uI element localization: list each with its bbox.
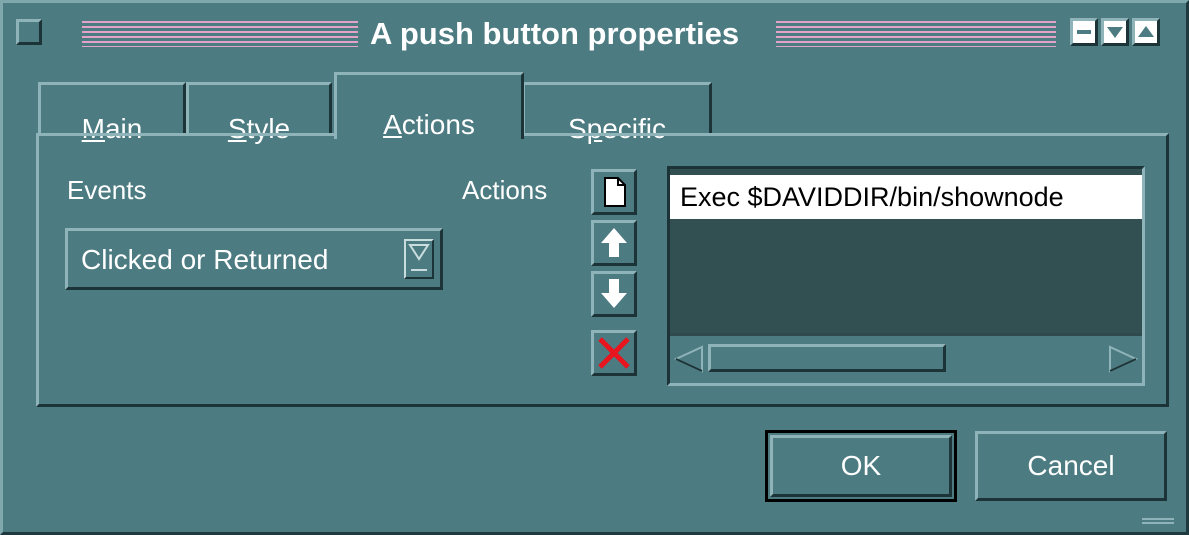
tab-style[interactable]: Style bbox=[186, 82, 332, 144]
tab-main[interactable]: Main bbox=[38, 82, 186, 144]
actions-label: Actions bbox=[462, 175, 548, 205]
window-title: A push button properties bbox=[370, 16, 740, 51]
chevron-down-icon bbox=[408, 244, 430, 271]
title-bar[interactable]: A push button properties bbox=[8, 8, 1176, 58]
events-selected-value: Clicked or Returned bbox=[81, 244, 329, 275]
tab-actions-label: ctions bbox=[401, 109, 475, 140]
scrollbar-thumb[interactable] bbox=[708, 344, 946, 372]
actions-list[interactable]: Exec $DAVIDDIR/bin/shownode bbox=[667, 166, 1145, 386]
minimize-button[interactable] bbox=[1070, 18, 1098, 46]
arrow-down-icon bbox=[601, 279, 627, 308]
delete-x-icon bbox=[598, 337, 630, 369]
list-item[interactable]: Exec $DAVIDDIR/bin/shownode bbox=[670, 175, 1142, 219]
title-stripes-left bbox=[82, 21, 358, 47]
arrow-up-icon bbox=[601, 228, 627, 257]
lower-button[interactable] bbox=[1101, 18, 1129, 46]
new-action-button[interactable] bbox=[591, 169, 637, 215]
move-down-button[interactable] bbox=[591, 271, 637, 317]
raise-button[interactable] bbox=[1132, 18, 1160, 46]
arrow-down-icon bbox=[1104, 21, 1126, 43]
tab-actions[interactable]: Actions bbox=[334, 72, 524, 140]
dropdown-arrow-icon[interactable] bbox=[404, 239, 434, 279]
scroll-left-icon[interactable] bbox=[674, 344, 704, 374]
resize-grip-icon[interactable] bbox=[1142, 518, 1174, 526]
cancel-button[interactable]: Cancel bbox=[975, 431, 1167, 501]
tab-actions-mnemonic: A bbox=[383, 109, 402, 140]
tab-specific[interactable]: Specific bbox=[522, 82, 712, 144]
window-menu-icon[interactable] bbox=[16, 19, 42, 45]
minimize-icon bbox=[1073, 21, 1095, 43]
arrow-up-icon bbox=[1135, 21, 1157, 43]
title-stripes-right bbox=[776, 21, 1056, 47]
events-dropdown[interactable]: Clicked or Returned bbox=[65, 228, 443, 290]
scroll-right-icon[interactable] bbox=[1108, 344, 1138, 374]
actions-list-viewport: Exec $DAVIDDIR/bin/shownode bbox=[670, 169, 1142, 333]
new-document-icon bbox=[604, 177, 626, 207]
delete-action-button[interactable] bbox=[591, 330, 637, 376]
horizontal-scrollbar[interactable] bbox=[670, 336, 1142, 383]
move-up-button[interactable] bbox=[591, 220, 637, 266]
ok-button[interactable]: OK bbox=[770, 435, 952, 497]
events-label: Events bbox=[67, 175, 147, 205]
